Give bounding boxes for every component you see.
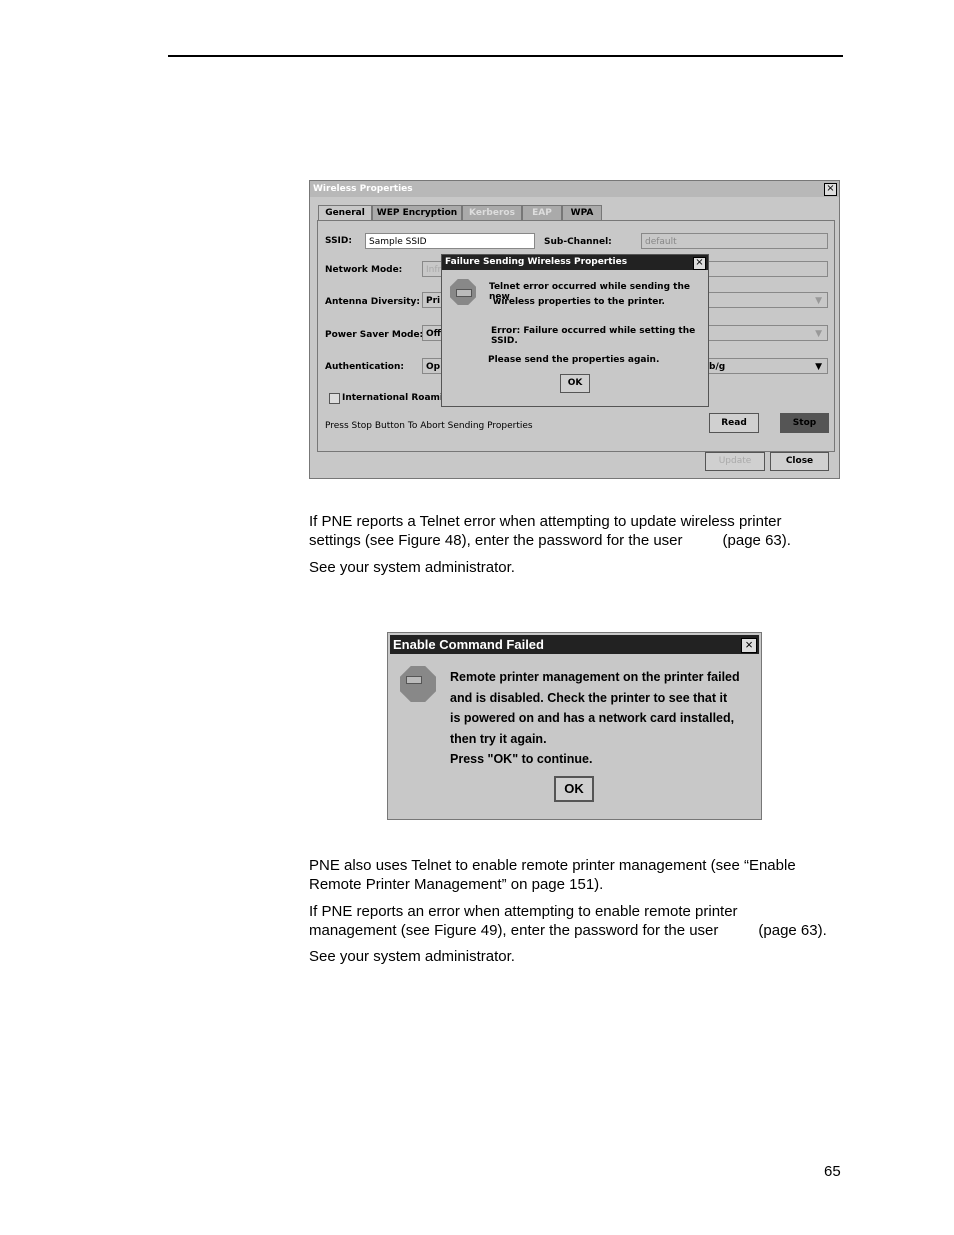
paragraph-line: If PNE reports an error when attempting … bbox=[309, 903, 738, 920]
enable-command-failed-dialog: Enable Command Failed × Remote printer m… bbox=[387, 632, 762, 820]
document-page: Wireless Properties × General WEP Encryp… bbox=[0, 0, 954, 1235]
failure-dialog-title: Failure Sending Wireless Properties bbox=[442, 255, 708, 270]
ok-button[interactable]: OK bbox=[560, 374, 590, 393]
read-button[interactable]: Read bbox=[709, 413, 759, 433]
roaming-label: International Roaming bbox=[342, 393, 456, 403]
message-line: Remote printer management on the printer… bbox=[450, 670, 740, 684]
paragraph-line: management (see Figure 49), enter the pa… bbox=[309, 922, 719, 939]
antenna-right-select: ▼ bbox=[708, 292, 828, 308]
message-line: and is disabled. Check the printer to se… bbox=[450, 690, 728, 705]
header-rule bbox=[168, 55, 843, 57]
power-right-select: ▼ bbox=[708, 325, 828, 341]
tab-wpa[interactable]: WPA bbox=[562, 205, 602, 221]
paragraph-2: See your system administrator. bbox=[309, 559, 515, 576]
dialog-message: Remote printer management on the printer… bbox=[450, 667, 740, 770]
page-number: 65 bbox=[824, 1163, 841, 1180]
antenna-label: Antenna Diversity: bbox=[325, 297, 420, 307]
paragraph-line: Remote Printer Management” on page 151). bbox=[309, 876, 604, 893]
update-button: Update bbox=[705, 452, 765, 471]
stop-icon bbox=[450, 279, 476, 305]
message-line: is powered on and has a network card ins… bbox=[450, 711, 735, 726]
stop-icon bbox=[400, 666, 436, 702]
mode-select-value: b/g bbox=[709, 362, 726, 372]
network-mode-right-field bbox=[708, 261, 828, 277]
paragraph-1: If PNE reports a Telnet error when attem… bbox=[309, 512, 791, 550]
ssid-label: SSID: bbox=[325, 236, 352, 246]
tab-eap: EAP bbox=[522, 205, 562, 221]
mode-select[interactable]: b/g ▼ bbox=[700, 358, 828, 374]
ssid-input[interactable]: Sample SSID bbox=[365, 233, 535, 249]
dialog-title: Enable Command Failed bbox=[390, 635, 759, 654]
paragraph-line: settings (see Figure 48), enter the pass… bbox=[309, 532, 683, 549]
roaming-checkbox[interactable] bbox=[329, 393, 340, 404]
dialog-line: Please send the properties again. bbox=[488, 355, 660, 365]
authentication-label: Authentication: bbox=[325, 362, 404, 372]
stop-button[interactable]: Stop bbox=[780, 413, 829, 433]
dialog-line: Error: Failure occurred while setting th… bbox=[491, 326, 696, 346]
message-line: Press "OK" to continue. bbox=[450, 752, 593, 767]
ok-button[interactable]: OK bbox=[554, 776, 594, 802]
close-button[interactable]: Close bbox=[770, 452, 829, 471]
tab-general[interactable]: General bbox=[318, 205, 372, 221]
wireless-properties-window: Wireless Properties × General WEP Encryp… bbox=[309, 180, 840, 479]
failure-dialog: Failure Sending Wireless Properties × Te… bbox=[441, 254, 709, 407]
tab-wep-encryption[interactable]: WEP Encryption bbox=[372, 205, 462, 221]
paragraph-line: PNE also uses Telnet to enable remote pr… bbox=[309, 857, 796, 874]
status-text: Press Stop Button To Abort Sending Prope… bbox=[325, 421, 533, 431]
subchannel-field: default bbox=[641, 233, 828, 249]
power-saver-label: Power Saver Mode: bbox=[325, 330, 424, 340]
paragraph-3: PNE also uses Telnet to enable remote pr… bbox=[309, 856, 796, 894]
network-mode-label: Network Mode: bbox=[325, 265, 403, 275]
dialog-close-icon[interactable]: × bbox=[693, 257, 706, 270]
dialog-line: wireless properties to the printer. bbox=[493, 297, 665, 307]
close-icon[interactable]: × bbox=[824, 183, 837, 196]
subchannel-label: Sub-Channel: bbox=[544, 237, 612, 247]
dialog-close-icon[interactable]: × bbox=[741, 638, 757, 653]
paragraph-5: See your system administrator. bbox=[309, 948, 515, 965]
paragraph-line: If PNE reports a Telnet error when attem… bbox=[309, 513, 782, 530]
page-reference: (page 63). bbox=[722, 532, 791, 549]
tab-kerberos: Kerberos bbox=[462, 205, 522, 221]
page-reference: (page 63). bbox=[758, 922, 827, 939]
paragraph-4: If PNE reports an error when attempting … bbox=[309, 902, 827, 940]
window-title: Wireless Properties bbox=[310, 181, 839, 197]
message-line: then try it again. bbox=[450, 731, 547, 746]
